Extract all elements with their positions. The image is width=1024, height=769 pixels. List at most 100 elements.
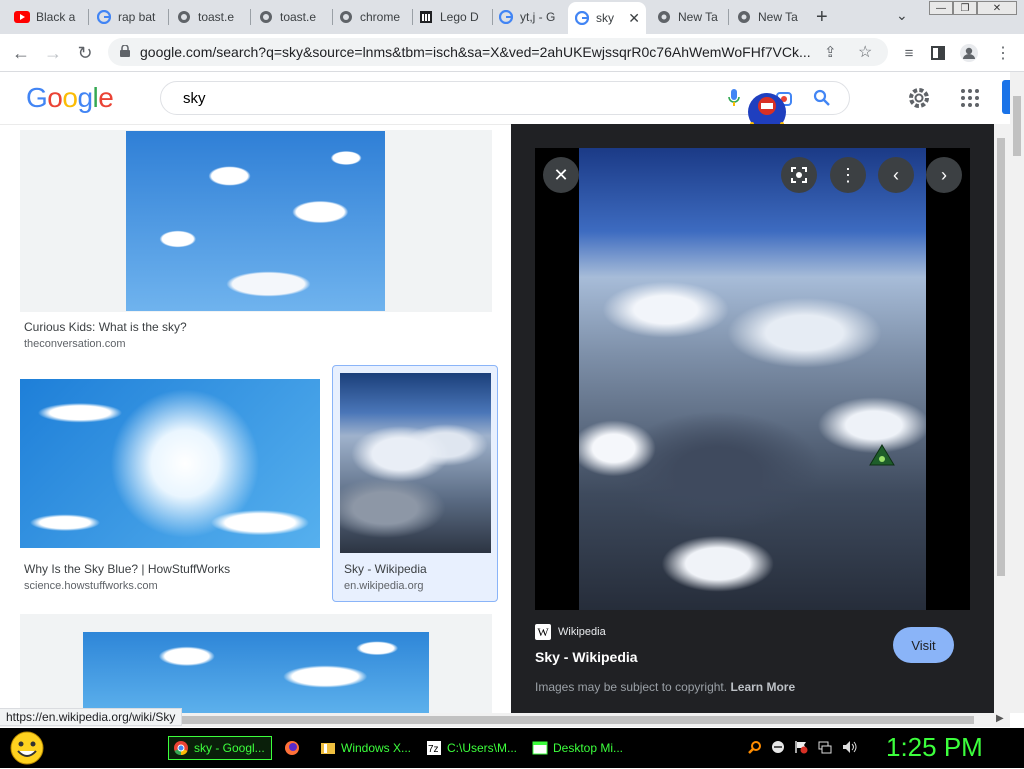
museum-icon	[418, 9, 434, 25]
preview-title[interactable]: Sky - Wikipedia	[535, 649, 638, 665]
profile-avatar-icon[interactable]	[956, 40, 982, 66]
google-logo[interactable]: Google	[26, 82, 114, 114]
result-image-3[interactable]	[83, 632, 429, 713]
preview-image[interactable]	[579, 148, 926, 610]
taskbar: sky - Googl... Windows X... 7z C:\Users\…	[0, 728, 1024, 768]
tab-0[interactable]: Black a	[8, 4, 86, 30]
page-scrollbar[interactable]	[1010, 72, 1024, 713]
chrome-icon	[656, 9, 672, 25]
tab-9[interactable]: New Ta	[730, 4, 808, 30]
search-icon[interactable]	[813, 89, 831, 110]
taskbar-item-chrome[interactable]: sky - Googl...	[168, 736, 272, 760]
previous-image-icon[interactable]: ‹	[878, 157, 914, 193]
copyright-notice: Images may be subject to copyright. Lear…	[535, 680, 796, 694]
share-icon[interactable]: ⇪	[824, 43, 837, 61]
network-icon[interactable]	[818, 740, 832, 754]
visit-button[interactable]: Visit	[893, 627, 954, 663]
back-arrow-icon[interactable]: ←	[8, 40, 34, 66]
globe-icon	[258, 9, 274, 25]
close-tab-icon[interactable]: ✕	[628, 10, 640, 27]
preview-image-frame	[535, 148, 970, 610]
result-caption-1[interactable]: Why Is the Sky Blue? | HowStuffWorks	[24, 562, 230, 576]
chrome-icon	[173, 740, 189, 756]
taskbar-item-explorer[interactable]: Windows X...	[316, 736, 416, 760]
globe-icon	[338, 9, 354, 25]
google-header: Google	[0, 72, 1010, 132]
next-image-icon[interactable]: ›	[926, 157, 962, 193]
start-smiley-icon[interactable]	[8, 730, 46, 769]
chrome-menu-icon[interactable]: ⋮	[990, 40, 1016, 66]
result-image-0[interactable]	[126, 131, 385, 311]
omnibox[interactable]: google.com/search?q=sky&source=lnms&tbm=…	[108, 38, 888, 66]
tab-8[interactable]: New Ta	[650, 4, 726, 30]
settings-gear-icon[interactable]	[906, 85, 932, 114]
result-card-3[interactable]	[20, 614, 492, 713]
microphone-icon[interactable]	[727, 88, 741, 111]
tab-search-chevron-icon[interactable]: ⌄	[896, 7, 908, 24]
taskbar-item-firefox[interactable]	[280, 736, 308, 760]
minimize-button[interactable]: —	[929, 1, 953, 15]
chrome-icon	[736, 9, 752, 25]
tab-7-active[interactable]: sky ✕	[568, 2, 646, 34]
sign-in-button[interactable]	[1002, 80, 1010, 114]
volume-icon[interactable]	[842, 740, 857, 754]
lens-search-icon[interactable]	[781, 157, 817, 193]
firefox-icon	[284, 740, 300, 756]
preview-site-name[interactable]: Wikipedia	[558, 626, 606, 638]
tab-1[interactable]: rap bat	[90, 4, 166, 30]
svg-text:7z: 7z	[428, 744, 439, 755]
result-caption-0[interactable]: Curious Kids: What is the sky?	[24, 320, 187, 334]
taskbar-item-7zip[interactable]: 7z C:\Users\M...	[422, 736, 522, 760]
tab-3[interactable]: toast.e	[252, 4, 330, 30]
horizontal-scroll-thumb[interactable]	[180, 716, 974, 724]
bookmark-star-icon[interactable]: ☆	[858, 42, 872, 62]
search-input[interactable]	[181, 88, 705, 108]
side-panel-icon[interactable]	[925, 40, 951, 66]
maximize-button[interactable]: ❐	[953, 1, 977, 15]
taskbar-clock[interactable]: 1:25 PM	[886, 732, 983, 763]
close-preview-icon[interactable]: ✕	[543, 157, 579, 193]
wikipedia-icon: W	[535, 624, 551, 640]
google-icon	[498, 9, 514, 25]
forward-arrow-icon[interactable]: →	[40, 40, 66, 66]
reading-list-icon[interactable]: ≡	[896, 40, 922, 66]
scroll-right-arrow-icon[interactable]: ▶	[996, 713, 1004, 724]
reload-icon[interactable]: ↻	[72, 40, 98, 66]
tab-6[interactable]: yt,j - G	[492, 4, 568, 30]
result-card-0[interactable]	[20, 130, 492, 312]
globe-icon	[176, 9, 192, 25]
result-image-1[interactable]	[20, 379, 320, 548]
result-source-0[interactable]: theconversation.com	[24, 338, 126, 350]
apps-grid-icon[interactable]	[960, 88, 980, 111]
result-source-1[interactable]: science.howstuffworks.com	[24, 580, 158, 592]
result-source-2[interactable]: en.wikipedia.org	[344, 580, 424, 592]
new-tab-button[interactable]: +	[816, 6, 828, 29]
tab-5[interactable]: Lego D	[412, 4, 490, 30]
status-tray-icon[interactable]	[771, 740, 785, 754]
vertical-scrollbar[interactable]	[994, 124, 1010, 713]
lock-icon[interactable]	[120, 43, 130, 60]
google-icon	[96, 9, 112, 25]
vertical-scroll-thumb[interactable]	[997, 138, 1005, 576]
google-icon	[574, 10, 590, 26]
search-tray-icon[interactable]	[748, 740, 762, 754]
folder-icon	[320, 740, 336, 756]
more-options-icon[interactable]: ⋮	[830, 157, 866, 193]
learn-more-link[interactable]: Learn More	[730, 680, 795, 694]
result-caption-2[interactable]: Sky - Wikipedia	[344, 562, 427, 576]
page-scroll-thumb[interactable]	[1013, 96, 1021, 156]
status-bar-url: https://en.wikipedia.org/wiki/Sky	[0, 708, 183, 726]
7zip-icon: 7z	[426, 740, 442, 756]
taskbar-item-desktop[interactable]: Desktop Mi...	[528, 736, 628, 760]
action-center-flag-icon[interactable]	[794, 740, 808, 754]
address-toolbar: ← → ↻ google.com/search?q=sky&source=lnm…	[0, 34, 1024, 72]
window-icon	[532, 740, 548, 756]
url-text[interactable]: google.com/search?q=sky&source=lnms&tbm=…	[140, 44, 820, 60]
tab-4[interactable]: chrome	[332, 4, 410, 30]
youtube-icon	[14, 9, 30, 25]
close-window-button[interactable]: ✕	[977, 1, 1017, 15]
image-preview-panel: ✕ ⋮ ‹ › W Wikipedia Sky - Wikipedia Visi…	[511, 124, 994, 713]
result-image-2[interactable]	[340, 373, 491, 553]
overlay-triangle-icon	[869, 444, 895, 469]
tab-2[interactable]: toast.e	[170, 4, 248, 30]
